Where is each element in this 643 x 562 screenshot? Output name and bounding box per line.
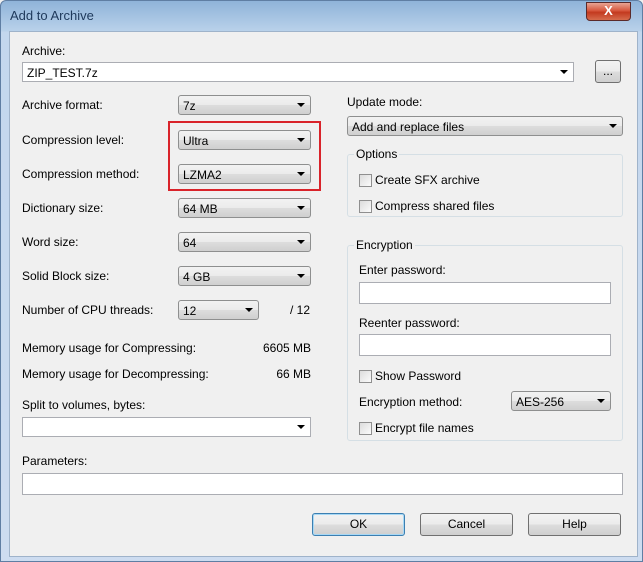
solid-block-size-value: 4 GB bbox=[183, 270, 211, 284]
update-mode-value: Add and replace files bbox=[352, 120, 465, 134]
split-volumes-combo[interactable] bbox=[22, 417, 311, 437]
dictionary-size-label: Dictionary size: bbox=[22, 201, 104, 215]
memory-decompress-value: 66 MB bbox=[276, 367, 311, 381]
help-button[interactable]: Help bbox=[528, 513, 621, 536]
create-sfx-label[interactable]: Create SFX archive bbox=[375, 173, 480, 187]
show-password-label[interactable]: Show Password bbox=[375, 369, 461, 383]
solid-block-size-select[interactable]: 4 GB bbox=[178, 266, 311, 286]
highlight-box bbox=[168, 121, 321, 191]
cpu-threads-label: Number of CPU threads: bbox=[22, 303, 154, 317]
parameters-label: Parameters: bbox=[22, 454, 88, 468]
cpu-threads-select[interactable]: 12 bbox=[178, 300, 259, 320]
encryption-group-title: Encryption bbox=[354, 238, 415, 252]
memory-decompress-label: Memory usage for Decompressing: bbox=[22, 367, 209, 381]
word-size-label: Word size: bbox=[22, 235, 79, 249]
dictionary-size-select[interactable]: 64 MB bbox=[178, 198, 311, 218]
options-group: Options Create SFX archive Compress shar… bbox=[347, 147, 623, 217]
encryption-method-select[interactable]: AES-256 bbox=[511, 391, 611, 411]
cpu-threads-value: 12 bbox=[183, 304, 197, 318]
dialog-client-area: Archive: ZIP_TEST.7z ... Archive format:… bbox=[9, 31, 638, 557]
options-group-title: Options bbox=[354, 147, 400, 161]
encryption-method-label: Encryption method: bbox=[359, 395, 463, 409]
window-frame: Add to Archive X Archive: ZIP_TEST.7z ..… bbox=[0, 0, 643, 562]
encrypt-names-label[interactable]: Encrypt file names bbox=[375, 421, 474, 435]
chevron-down-icon bbox=[560, 70, 568, 74]
chevron-down-icon bbox=[297, 206, 305, 210]
solid-block-size-label: Solid Block size: bbox=[22, 269, 110, 283]
chevron-down-icon bbox=[597, 399, 605, 403]
archive-format-select[interactable]: 7z bbox=[178, 95, 311, 115]
archive-label: Archive: bbox=[22, 44, 66, 58]
enter-password-input[interactable] bbox=[359, 282, 611, 304]
word-size-value: 64 bbox=[183, 236, 197, 250]
compression-method-label: Compression method: bbox=[22, 167, 140, 181]
reenter-password-input[interactable] bbox=[359, 334, 611, 356]
chevron-down-icon bbox=[297, 240, 305, 244]
update-mode-select[interactable]: Add and replace files bbox=[347, 116, 623, 136]
compression-level-label: Compression level: bbox=[22, 133, 125, 147]
word-size-select[interactable]: 64 bbox=[178, 232, 311, 252]
dictionary-size-value: 64 MB bbox=[183, 202, 218, 216]
create-sfx-checkbox[interactable] bbox=[359, 174, 372, 187]
memory-compress-label: Memory usage for Compressing: bbox=[22, 341, 197, 355]
split-volumes-label: Split to volumes, bytes: bbox=[22, 398, 146, 412]
cancel-button[interactable]: Cancel bbox=[420, 513, 513, 536]
chevron-down-icon bbox=[245, 308, 253, 312]
archive-format-value: 7z bbox=[183, 99, 196, 113]
enter-password-label: Enter password: bbox=[359, 263, 446, 277]
update-mode-label: Update mode: bbox=[347, 95, 423, 109]
encryption-method-value: AES-256 bbox=[516, 395, 565, 409]
close-icon: X bbox=[604, 3, 613, 18]
browse-button[interactable]: ... bbox=[595, 60, 621, 83]
parameters-input[interactable] bbox=[22, 473, 623, 495]
ok-button[interactable]: OK bbox=[312, 513, 405, 536]
compress-shared-checkbox[interactable] bbox=[359, 200, 372, 213]
close-button[interactable]: X bbox=[586, 2, 631, 21]
window-title: Add to Archive bbox=[10, 8, 94, 23]
chevron-down-icon bbox=[609, 124, 617, 128]
encrypt-names-checkbox[interactable] bbox=[359, 422, 372, 435]
memory-compress-value: 6605 MB bbox=[262, 341, 311, 355]
cpu-threads-total: / 12 bbox=[290, 303, 311, 317]
chevron-down-icon bbox=[297, 103, 305, 107]
chevron-down-icon bbox=[297, 425, 305, 429]
show-password-checkbox[interactable] bbox=[359, 370, 372, 383]
compress-shared-label[interactable]: Compress shared files bbox=[375, 199, 494, 213]
archive-path-combo[interactable]: ZIP_TEST.7z bbox=[22, 62, 574, 82]
archive-path-value: ZIP_TEST.7z bbox=[27, 66, 98, 80]
chevron-down-icon bbox=[297, 274, 305, 278]
encryption-group: Encryption Enter password: Reenter passw… bbox=[347, 238, 623, 441]
reenter-password-label: Reenter password: bbox=[359, 316, 460, 330]
archive-format-label: Archive format: bbox=[22, 98, 103, 112]
